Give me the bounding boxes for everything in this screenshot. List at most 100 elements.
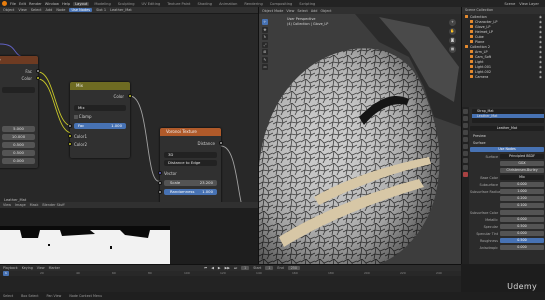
object-tab-icon[interactable]: [463, 151, 468, 156]
viewport-menu-add[interactable]: Add: [311, 9, 318, 13]
property-value[interactable]: 0.000: [500, 217, 544, 222]
play-icon[interactable]: ▶: [218, 266, 221, 270]
image-menu-mask[interactable]: Mask: [30, 203, 39, 207]
use-nodes-toggle[interactable]: Use Nodes: [69, 8, 93, 12]
menu-file[interactable]: File: [10, 2, 16, 6]
texture-node[interactable]: Texture Fac Color 5.000 10.000 0.500 0.5…: [0, 56, 40, 168]
visibility-eye-icon[interactable]: ◉: [539, 50, 545, 54]
image-menu-view[interactable]: View: [3, 203, 11, 207]
mix-fac-socket[interactable]: [68, 124, 72, 128]
scale-icon[interactable]: ⤢: [262, 41, 268, 48]
viewport-menu-object[interactable]: Object: [320, 9, 331, 13]
timeline-ruler[interactable]: 020406080100120140160180200220240: [0, 271, 461, 276]
annotate-icon[interactable]: ✎: [262, 56, 268, 63]
zoom-icon[interactable]: +: [449, 19, 456, 26]
scene-tab-icon[interactable]: [463, 137, 468, 142]
properties-use-nodes-button[interactable]: Use Nodes: [470, 147, 544, 152]
property-value[interactable]: Mix: [500, 175, 544, 180]
texture-dropdown[interactable]: [2, 87, 35, 93]
tab-animation[interactable]: Animation: [217, 2, 239, 6]
property-value[interactable]: 0.200: [500, 196, 544, 201]
menu-window[interactable]: Window: [45, 2, 59, 6]
pan-icon[interactable]: ✋: [449, 28, 456, 35]
section-surface[interactable]: Surface: [470, 139, 545, 146]
visibility-eye-icon[interactable]: ◉: [539, 35, 545, 39]
visibility-eye-icon[interactable]: ◉: [539, 60, 545, 64]
voronoi-distance-socket[interactable]: [219, 141, 223, 145]
node-menu-object[interactable]: Object: [3, 8, 14, 12]
texture-value-2[interactable]: 10.000: [2, 134, 35, 140]
view-layer-selector[interactable]: View Layer: [519, 2, 539, 6]
property-value[interactable]: 0.000: [500, 182, 544, 187]
visibility-eye-icon[interactable]: ◉: [539, 25, 545, 29]
voronoi-randomness-field[interactable]: Randomness 1.000: [164, 189, 217, 195]
visibility-eye-icon[interactable]: ◉: [539, 55, 545, 59]
node-canvas[interactable]: Texture Fac Color 5.000 10.000 0.500 0.5…: [0, 14, 258, 202]
current-frame-field[interactable]: 1: [241, 266, 250, 270]
mode-selector[interactable]: Object Mode: [262, 9, 283, 13]
scene-selector[interactable]: Scene: [504, 2, 515, 6]
visibility-eye-icon[interactable]: ◉: [539, 15, 545, 19]
cursor-icon[interactable]: ⊹: [262, 19, 268, 25]
texture-value-3[interactable]: 0.500: [2, 142, 35, 148]
property-value[interactable]: 0.500: [500, 224, 544, 229]
timeline-menu-keying[interactable]: Keying: [22, 266, 33, 270]
property-value[interactable]: GGX: [500, 161, 544, 166]
material-selector[interactable]: Leather_Mat: [110, 8, 132, 12]
timeline-playhead[interactable]: 1: [3, 271, 9, 276]
voronoi-vector-socket[interactable]: [158, 171, 162, 175]
prev-keyframe-icon[interactable]: ◀: [211, 266, 214, 270]
visibility-eye-icon[interactable]: ◉: [539, 30, 545, 34]
voronoi-scale-socket[interactable]: [158, 181, 162, 185]
tool-tab-icon[interactable]: [463, 109, 468, 114]
menu-help[interactable]: Help: [62, 2, 70, 6]
texture-color-socket[interactable]: [36, 76, 40, 80]
jump-end-icon[interactable]: ⏭: [234, 266, 237, 270]
tab-compositing[interactable]: Compositing: [268, 2, 295, 6]
material-slot-list[interactable]: Strap_Mat Leather_Mat: [472, 109, 544, 123]
visibility-eye-icon[interactable]: ◉: [539, 45, 545, 49]
physics-tab-icon[interactable]: [463, 165, 468, 170]
camera-icon[interactable]: ◙: [449, 37, 456, 44]
property-value[interactable]: Principled BSDF: [500, 154, 544, 159]
tab-scripting[interactable]: Scripting: [297, 2, 317, 6]
timeline-menu-view[interactable]: View: [37, 266, 45, 270]
node-menu-view[interactable]: View: [18, 8, 26, 12]
mix-node[interactable]: Mix Color Mix Clamp Fac 1.000 Color1 Col…: [68, 82, 132, 158]
tab-uv-editing[interactable]: UV Editing: [140, 2, 163, 6]
slot-selector[interactable]: Slot 1: [96, 8, 106, 12]
blender-logo-icon[interactable]: [2, 1, 7, 6]
transform-icon[interactable]: ⊞: [262, 49, 268, 55]
image-menu-image[interactable]: Image: [15, 203, 26, 207]
clamp-checkbox[interactable]: [74, 115, 78, 119]
texture-value-1[interactable]: 5.000: [2, 126, 35, 132]
property-value[interactable]: 1.000: [500, 189, 544, 194]
image-selector[interactable]: Blender Stuff: [42, 203, 64, 207]
ortho-icon[interactable]: ▦: [449, 46, 456, 53]
mix-fac-field[interactable]: Fac 1.000: [74, 123, 126, 129]
modifier-tab-icon[interactable]: [463, 158, 468, 163]
visibility-eye-icon[interactable]: ◉: [539, 70, 545, 74]
tab-shading[interactable]: Shading: [195, 2, 214, 6]
material-name-field[interactable]: Leather_Mat: [470, 126, 544, 131]
tab-sculpting[interactable]: Sculpting: [116, 2, 137, 6]
timeline-menu-marker[interactable]: Marker: [49, 266, 60, 270]
3d-viewport[interactable]: Object Mode View Select Add Object User …: [258, 7, 461, 264]
mix-color1-socket[interactable]: [68, 134, 72, 138]
property-value[interactable]: 0.000: [500, 231, 544, 236]
voronoi-scale-field[interactable]: Scale 23.200: [164, 180, 217, 186]
rotate-icon[interactable]: ↻: [262, 34, 268, 40]
node-menu-add[interactable]: Add: [46, 8, 53, 12]
property-value[interactable]: Christensen-Burley: [500, 168, 544, 173]
texture-fac-socket[interactable]: [36, 69, 40, 73]
end-frame-field[interactable]: 250: [287, 266, 300, 270]
outliner-item[interactable]: Camera ◉: [462, 74, 545, 79]
view-layer-tab-icon[interactable]: [463, 130, 468, 135]
voronoi-texture-node[interactable]: Voronoi Texture Distance 3D Distance to …: [158, 128, 223, 202]
property-value[interactable]: 0.000: [500, 245, 544, 250]
section-preview[interactable]: Preview: [470, 132, 545, 139]
move-icon[interactable]: ✥: [262, 26, 268, 33]
tab-modeling[interactable]: Modeling: [92, 2, 112, 6]
mix-blend-dropdown[interactable]: Mix: [74, 105, 126, 111]
voronoi-feature-dropdown[interactable]: Distance to Edge: [164, 160, 217, 166]
